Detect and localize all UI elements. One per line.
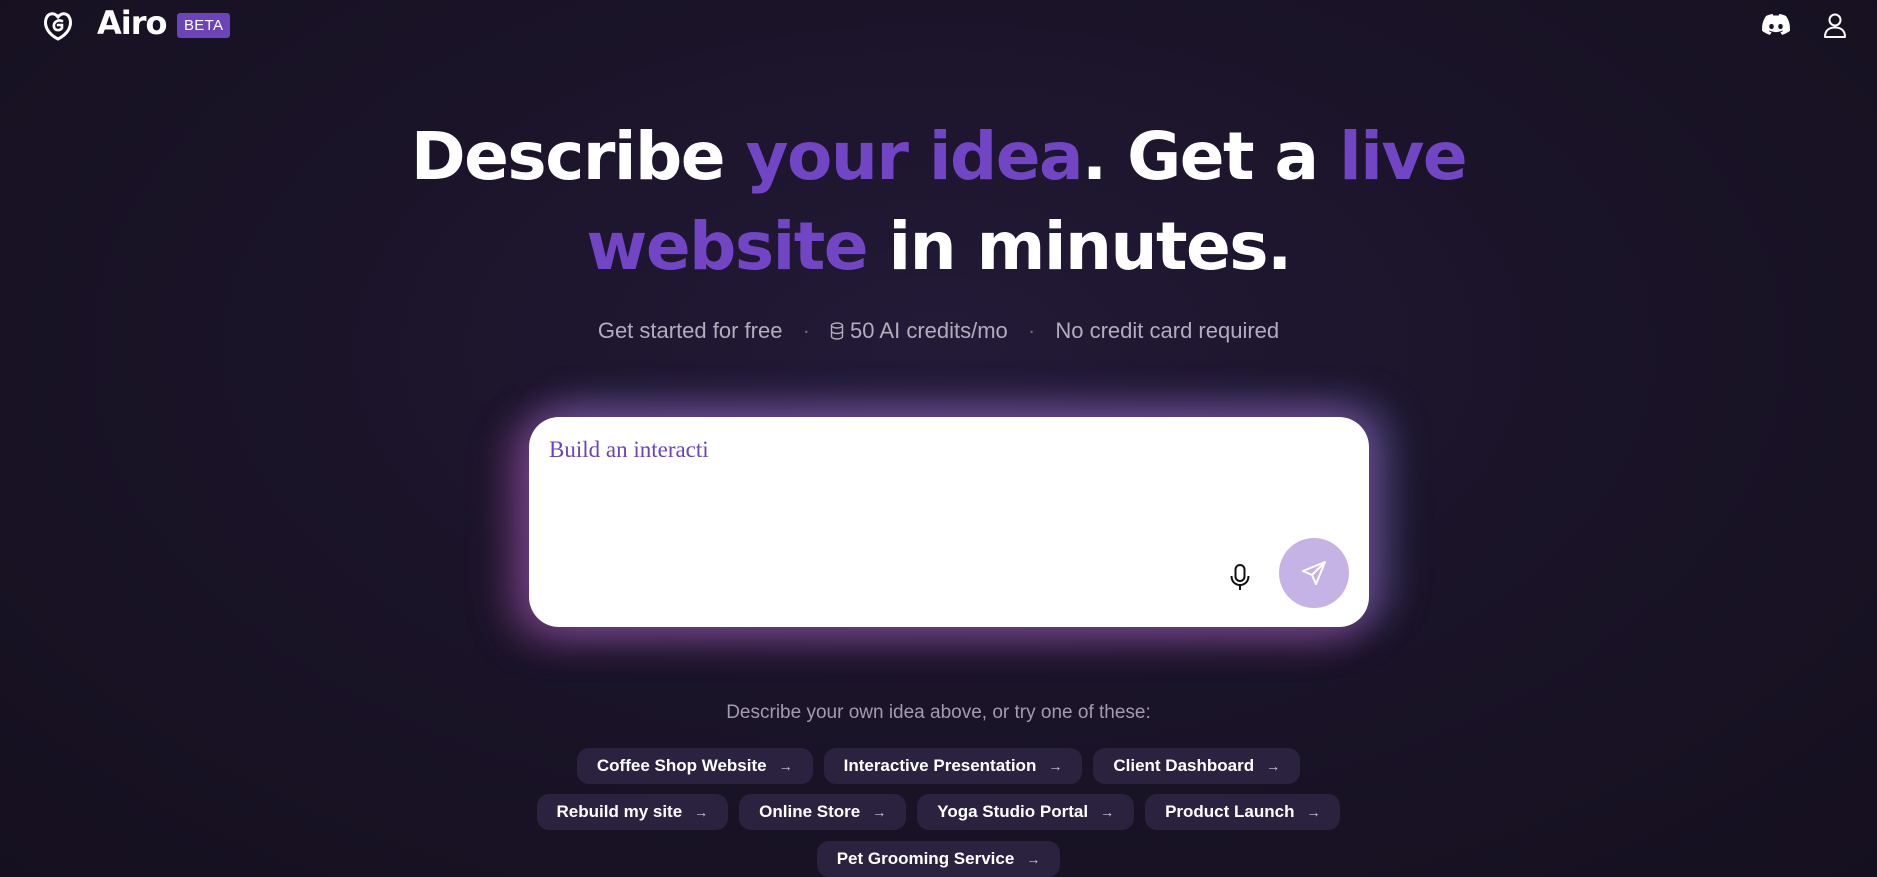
beta-badge: BETA <box>177 13 231 38</box>
idea-prompt-input[interactable]: Build an interacti <box>549 437 1289 537</box>
suggestion-chip-client-dashboard[interactable]: Client Dashboard → <box>1093 748 1301 784</box>
suggestion-chip-pet-grooming[interactable]: Pet Grooming Service → <box>816 841 1061 877</box>
chip-label: Online Store <box>759 802 861 821</box>
chip-label: Product Launch <box>1165 802 1295 821</box>
chip-label: Yoga Studio Portal <box>937 802 1089 821</box>
separator-dot: · <box>1027 318 1036 343</box>
headline-text: Describe <box>410 118 746 195</box>
microphone-icon[interactable] <box>1220 557 1260 597</box>
chip-label: Interactive Presentation <box>843 756 1037 775</box>
godaddy-logo-icon[interactable] <box>40 8 76 44</box>
database-icon <box>830 322 844 340</box>
chip-label: Coffee Shop Website <box>596 756 767 775</box>
send-icon <box>1302 561 1326 585</box>
headline-accent: website <box>586 208 868 285</box>
chip-label: Pet Grooming Service <box>836 849 1015 868</box>
chip-label: Client Dashboard <box>1113 756 1255 775</box>
top-bar: Airo BETA <box>0 0 1877 50</box>
suggestion-chip-coffee-shop[interactable]: Coffee Shop Website → <box>576 748 813 784</box>
arrow-right-icon: → <box>1100 804 1115 820</box>
credits-text: 50 AI credits/mo <box>850 318 1008 343</box>
suggestion-row: Pet Grooming Service → <box>0 841 1877 877</box>
headline-accent: your idea <box>745 118 1084 195</box>
suggestion-chip-online-store[interactable]: Online Store → <box>739 794 907 830</box>
arrow-right-icon: → <box>694 804 709 820</box>
discord-icon[interactable] <box>1761 12 1791 38</box>
arrow-right-icon: → <box>1048 758 1063 774</box>
chip-label: Rebuild my site <box>556 802 683 821</box>
headline-text: in minutes. <box>867 208 1293 285</box>
suggestion-row: Rebuild my site → Online Store → Yoga Stud… <box>0 794 1877 830</box>
suggestions-label: Describe your own idea above, or try one… <box>726 702 1151 723</box>
suggestion-row: Coffee Shop Website → Interactive Present… <box>0 748 1877 784</box>
send-button[interactable] <box>1279 538 1349 608</box>
suggestion-chip-rebuild-site[interactable]: Rebuild my site → <box>536 794 729 830</box>
brand-wordmark[interactable]: Airo <box>97 4 167 42</box>
suggestion-chip-product-launch[interactable]: Product Launch → <box>1145 794 1341 830</box>
arrow-right-icon: → <box>1266 758 1281 774</box>
hero-headline: Describe your idea. Get a live website i… <box>0 112 1877 292</box>
free-text: Get started for free <box>597 318 783 343</box>
separator-dot: · <box>802 318 810 343</box>
headline-accent: live <box>1339 118 1468 195</box>
headline-text: . Get a <box>1082 118 1340 195</box>
no-card-text: No credit card required <box>1055 318 1280 343</box>
arrow-right-icon: → <box>872 804 887 820</box>
user-icon[interactable] <box>1820 12 1850 38</box>
suggestion-chip-yoga-studio[interactable]: Yoga Studio Portal → <box>917 794 1135 830</box>
prompt-box: Build an interacti <box>529 417 1369 627</box>
hero-subline: Get started for free · 50 AI credits/mo … <box>0 318 1877 344</box>
arrow-right-icon: → <box>1026 851 1041 867</box>
arrow-right-icon: → <box>1306 804 1321 820</box>
suggestion-chip-interactive-presentation[interactable]: Interactive Presentation → <box>823 748 1083 784</box>
arrow-right-icon: → <box>778 758 793 774</box>
